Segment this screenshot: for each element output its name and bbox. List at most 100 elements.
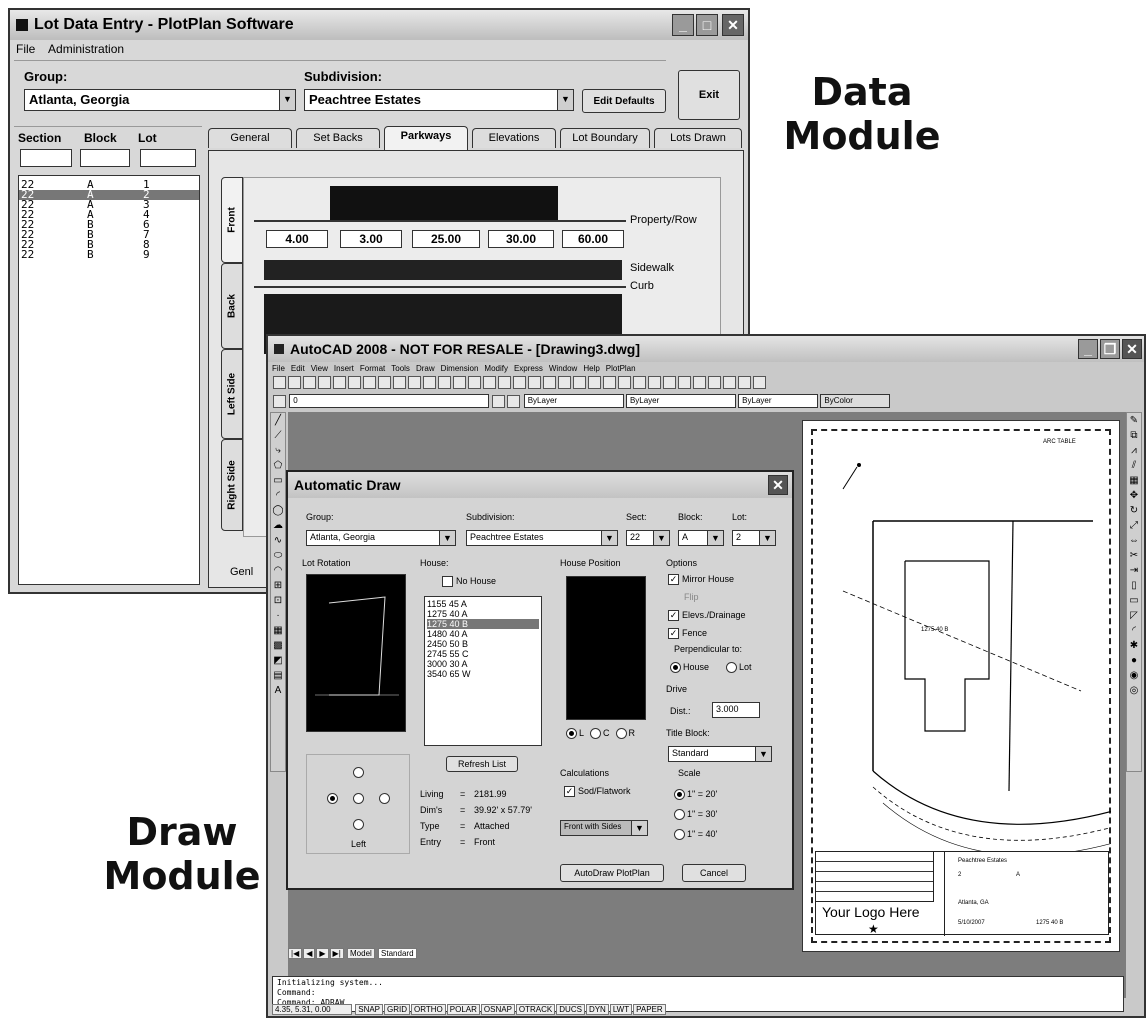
scale-radio-dot[interactable] [674,829,685,841]
nav-prev-icon[interactable]: ◀ [303,948,316,959]
linetype-select[interactable]: ByLayer [625,394,736,408]
plotplan-icon-6[interactable] [678,376,691,389]
join-icon[interactable]: ▭ [1127,593,1141,608]
parkway-value-3[interactable]: 25.00 [412,230,480,248]
scale-radio-option[interactable]: 1" = 40' [674,824,717,844]
layer-manager-icon[interactable] [273,394,286,408]
plotplan-icon-10[interactable] [738,376,751,389]
plotplan-icon-1[interactable] [603,376,616,389]
plotplan-icon-5[interactable] [663,376,676,389]
acad-menu-plotplan[interactable]: PlotPlan [606,364,636,373]
undo-icon[interactable] [408,376,421,389]
status-dyn-button[interactable]: DYN [585,1004,609,1015]
subdivision-select[interactable]: Peachtree Estates ▼ [304,89,574,111]
tab-set-backs[interactable]: Set Backs [296,128,380,148]
ad-sect-select[interactable]: 22 ▼ [626,530,670,546]
offset-icon[interactable]: ⫽ [1127,458,1141,473]
acad-menu-draw[interactable]: Draw [416,364,435,373]
side-tab-left-side[interactable]: Left Side [221,349,243,439]
nav-last-icon[interactable]: ▶| [329,948,344,959]
plotplan-icon-9[interactable] [723,376,736,389]
polyline-icon[interactable]: ⤷ [271,443,285,458]
mirror-house-check[interactable]: ✓ [668,574,679,586]
scale-radio-dot[interactable] [674,789,685,801]
section-filter-input[interactable] [20,149,72,167]
plotplan-icon-3[interactable] [633,376,646,389]
title-block-select[interactable]: Standard ▼ [668,746,772,762]
preview-icon[interactable] [333,376,346,389]
rotation-down-radio[interactable] [353,819,364,830]
acad-menu-dimension[interactable]: Dimension [441,364,479,373]
status-snap-button[interactable]: SNAP [355,1004,384,1015]
save-icon[interactable] [303,376,316,389]
polygon-icon[interactable]: ⬠ [271,458,285,473]
title-bar[interactable]: Lot Data Entry - PlotPlan Software [10,10,748,40]
tab-elevations[interactable]: Elevations [472,128,556,148]
position-radio-dot[interactable] [566,728,577,740]
lot-list-row[interactable]: 22 A 3 [19,199,199,210]
position-radio-r[interactable]: R [615,728,635,740]
plotplan-icon-7[interactable] [693,376,706,389]
parkway-value-2[interactable]: 3.00 [340,230,402,248]
perp-lot-dot[interactable] [726,662,737,674]
house-list-item[interactable]: 2450 50 B [427,639,539,649]
help-icon[interactable] [588,376,601,389]
block-filter-input[interactable] [80,149,130,167]
acad-menu-view[interactable]: View [311,364,328,373]
color-select[interactable]: ByLayer [523,394,624,408]
region-icon[interactable]: ◩ [271,653,285,668]
elevs-drainage-check[interactable]: ✓ [668,610,679,622]
rotation-center-radio[interactable] [353,793,364,804]
close-button[interactable]: ✕ [722,14,744,36]
break-icon[interactable]: ▯ [1127,578,1141,593]
properties-icon[interactable] [498,376,511,389]
markup-icon[interactable] [558,376,571,389]
ad-subdivision-select[interactable]: Peachtree Estates ▼ [466,530,618,546]
osnap-icon-3[interactable]: ◎ [1127,683,1141,698]
no-house-check[interactable] [442,576,453,588]
tab-lot-boundary[interactable]: Lot Boundary [560,128,650,148]
calc-icon[interactable] [573,376,586,389]
side-tab-back[interactable]: Back [221,263,243,349]
line-icon[interactable]: ╱ [271,413,285,428]
group-select[interactable]: Atlanta, Georgia ▼ [24,89,296,111]
table-icon[interactable]: ▤ [271,668,285,683]
front-with-sides-select[interactable]: Front with Sides ▼ [560,820,648,836]
plotplan-icon-11[interactable] [753,376,766,389]
acad-menu-insert[interactable]: Insert [334,364,354,373]
ad-group-select[interactable]: Atlanta, Georgia ▼ [306,530,456,546]
status-otrack-button[interactable]: OTRACK [515,1004,556,1015]
make-current-icon[interactable] [492,394,506,408]
status-ortho-button[interactable]: ORTHO [411,1004,446,1015]
rotation-right-radio[interactable] [379,793,390,804]
rotation-left-radio[interactable] [327,793,338,804]
acad-menu-file[interactable]: File [272,364,285,373]
status-ducs-button[interactable]: DUCS [556,1004,585,1015]
acad-menu-help[interactable]: Help [583,364,599,373]
zoom-window-icon[interactable] [468,376,481,389]
ellipse-icon[interactable]: ⬭ [271,548,285,563]
construction-line-icon[interactable]: ⟋ [271,428,285,443]
scale-radio-option[interactable]: 1" = 30' [674,804,717,824]
no-house-checkbox[interactable]: No House [442,576,496,588]
perp-lot-radio[interactable]: Lot [726,662,752,674]
scale-radio-option[interactable]: 1" = 20' [674,784,717,804]
stretch-icon[interactable]: ⇔ [1127,533,1141,548]
side-tab-right-side[interactable]: Right Side [221,439,243,531]
house-list-item[interactable]: 1275 40 B [427,619,539,629]
autocad-title-bar[interactable]: AutoCAD 2008 - NOT FOR RESALE - [Drawing… [268,336,1144,362]
status-paper-button[interactable]: PAPER [633,1004,666,1015]
tab-standard[interactable]: Standard [378,948,417,959]
maximize-button[interactable]: □ [696,14,718,36]
ellipse-arc-icon[interactable]: ◠ [271,563,285,578]
erase-icon[interactable]: ✎ [1127,413,1141,428]
refresh-list-button[interactable]: Refresh List [446,756,518,772]
move-icon[interactable]: ✥ [1127,488,1141,503]
house-list-item[interactable]: 1275 40 A [427,609,539,619]
perp-house-radio[interactable]: House [670,662,709,674]
lot-list-row[interactable]: 22 B 6 [19,219,199,230]
acad-menu-window[interactable]: Window [549,364,577,373]
acad-menu-modify[interactable]: Modify [484,364,508,373]
edit-defaults-button[interactable]: Edit Defaults [582,89,666,113]
insert-block-icon[interactable]: ⊞ [271,578,285,593]
